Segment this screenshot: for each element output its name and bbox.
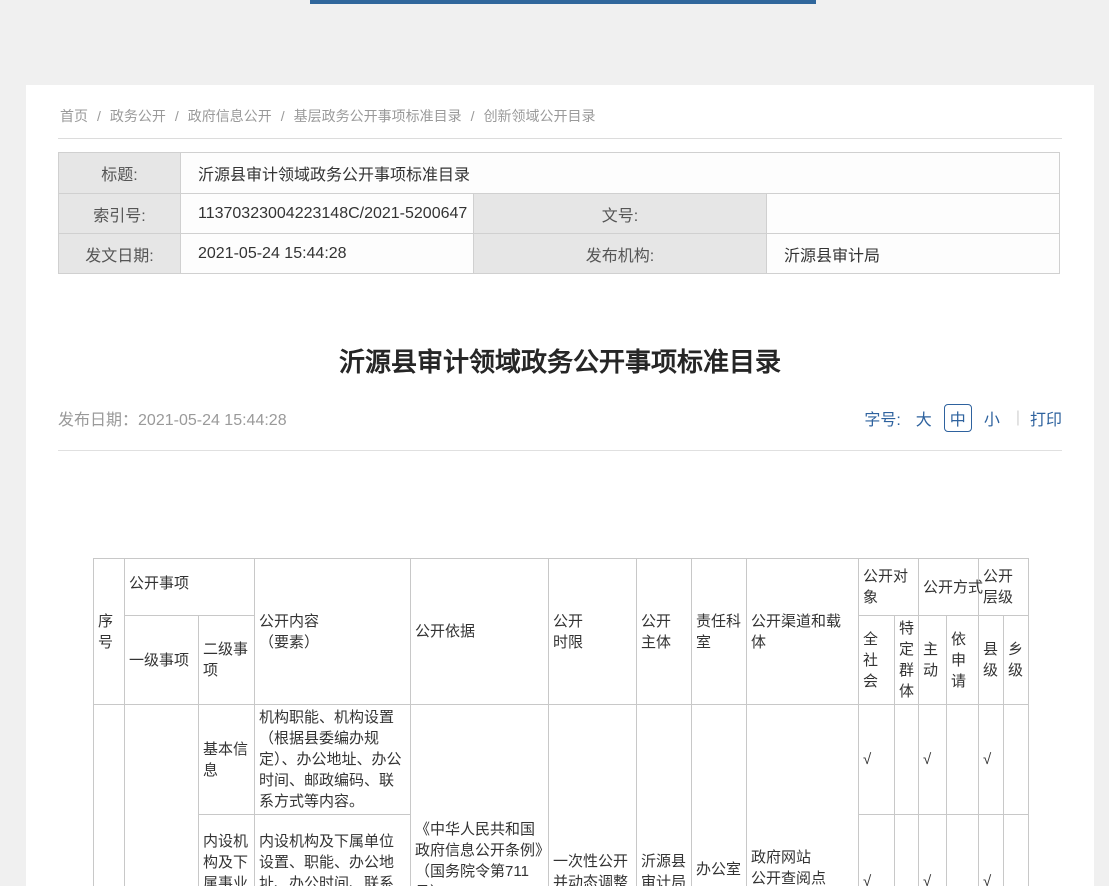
- header-audience-specific: 特定群体: [895, 616, 919, 705]
- header-level-town: 乡级: [1004, 616, 1029, 705]
- header-method-group: 公开方式: [919, 559, 979, 616]
- check-method-active-row2: √: [919, 815, 947, 886]
- publish-date: 发布日期：2021-05-24 15:44:28: [58, 406, 287, 430]
- breadcrumb-chuangxin[interactable]: 创新领域公开目录: [484, 108, 596, 124]
- font-size-large-button[interactable]: 大: [910, 404, 938, 432]
- cell-seq: [94, 705, 125, 886]
- info-value-title: 沂源县审计领域政务公开事项标准目录: [181, 153, 1060, 194]
- info-value-issuing-agency: 沂源县审计局: [767, 234, 1060, 274]
- breadcrumb-separator: /: [97, 108, 101, 124]
- info-label-index-number: 索引号:: [59, 194, 181, 234]
- breadcrumb-jiceng[interactable]: 基层政务公开事项标准目录: [294, 108, 462, 124]
- breadcrumb-separator: /: [281, 108, 285, 124]
- check-method-active-row1: √: [919, 705, 947, 815]
- info-row-index: 索引号: 11370323004223148C/2021-5200647 文号:: [59, 194, 1060, 234]
- breadcrumb-zhengwu[interactable]: 政务公开: [110, 108, 166, 124]
- breadcrumb-separator: /: [175, 108, 179, 124]
- header-method-active: 主动: [919, 616, 947, 705]
- cell-basis: 《中华人民共和国政府信息公开条例》（国务院令第711号）: [411, 705, 549, 886]
- font-size-label: 字号:: [864, 406, 900, 430]
- info-value-doc-number: [767, 194, 1060, 234]
- header-level1: 一级事项: [125, 616, 199, 705]
- breadcrumb: 首页 / 政务公开 / 政府信息公开 / 基层政务公开事项标准目录 / 创新领域公开目录: [58, 85, 1062, 139]
- controls-divider: |: [1016, 409, 1020, 427]
- info-label-doc-number: 文号:: [474, 194, 767, 234]
- breadcrumb-separator: /: [471, 108, 475, 124]
- header-level-group: 公开 层级: [979, 559, 1029, 616]
- info-label-title: 标题:: [59, 153, 181, 194]
- header-content: 公开内容 （要素）: [255, 559, 411, 705]
- header-dept: 责任科室: [692, 559, 747, 705]
- cell-level1: [125, 705, 199, 886]
- table-row: 基本信息 机构职能、机构设置（根据县委编办规定）、办公地址、办公时间、邮政编码、…: [94, 705, 1029, 815]
- breadcrumb-home[interactable]: 首页: [60, 108, 88, 124]
- check-method-request-row2: [947, 815, 979, 886]
- header-level-county: 县级: [979, 616, 1004, 705]
- info-row-title: 标题: 沂源县审计领域政务公开事项标准目录: [59, 153, 1060, 194]
- cell-content-row2: 内设机构及下属单位设置、职能、办公地址、办公时间、联系方式、负责人姓名等: [255, 815, 411, 886]
- cell-time-limit: 一次性公开并动态调整: [549, 705, 637, 886]
- header-time-limit: 公开 时限: [549, 559, 637, 705]
- article-meta-row: 发布日期：2021-05-24 15:44:28 字号: 大 中 小 | 打印: [58, 404, 1062, 451]
- check-level-town-row2: [1004, 815, 1029, 886]
- cell-channel: 政府网站 公开查阅点: [747, 705, 859, 886]
- check-level-county-row2: √: [979, 815, 1004, 886]
- top-nav-bar-edge: [310, 0, 816, 4]
- check-audience-specific-row2: [895, 815, 919, 886]
- publish-date-label: 发布日期：: [58, 412, 138, 429]
- cell-subject: 沂源县审计局: [637, 705, 692, 886]
- info-label-issue-date: 发文日期:: [59, 234, 181, 274]
- header-level2: 二级事项: [199, 616, 255, 705]
- page-title: 沂源县审计领域政务公开事项标准目录: [58, 344, 1062, 380]
- catalog-table-wrap: 序号 公开事项 公开内容 （要素） 公开依据 公开 时限 公开 主体 责任科室 …: [93, 558, 1062, 886]
- check-method-request-row1: [947, 705, 979, 815]
- check-audience-all-row2: √: [859, 815, 895, 886]
- check-audience-specific-row1: [895, 705, 919, 815]
- header-audience-all: 全社会: [859, 616, 895, 705]
- page: 首页 / 政务公开 / 政府信息公开 / 基层政务公开事项标准目录 / 创新领域公开目录 标题:…: [0, 0, 1109, 886]
- header-channel: 公开渠道和载体: [747, 559, 859, 705]
- info-label-issuing-agency: 发布机构:: [474, 234, 767, 274]
- header-basis: 公开依据: [411, 559, 549, 705]
- info-row-date: 发文日期: 2021-05-24 15:44:28 发布机构: 沂源县审计局: [59, 234, 1060, 274]
- font-size-medium-button[interactable]: 中: [944, 404, 972, 432]
- catalog-table: 序号 公开事项 公开内容 （要素） 公开依据 公开 时限 公开 主体 责任科室 …: [93, 558, 1029, 886]
- header-seq: 序号: [94, 559, 125, 705]
- header-audience-group: 公开对象: [859, 559, 919, 616]
- cell-dept: 办公室: [692, 705, 747, 886]
- content-card: 首页 / 政务公开 / 政府信息公开 / 基层政务公开事项标准目录 / 创新领域公开目录 标题:…: [26, 85, 1094, 886]
- print-button[interactable]: 打印: [1030, 406, 1062, 430]
- document-info-table: 标题: 沂源县审计领域政务公开事项标准目录 索引号: 1137032300422…: [58, 152, 1060, 274]
- font-size-small-button[interactable]: 小: [978, 404, 1006, 432]
- publish-date-value: 2021-05-24 15:44:28: [138, 412, 287, 429]
- info-value-index-number: 11370323004223148C/2021-5200647: [181, 194, 474, 234]
- cell-level2-row1: 基本信息: [199, 705, 255, 815]
- header-item-group: 公开事项: [125, 559, 255, 616]
- catalog-header-row-1: 序号 公开事项 公开内容 （要素） 公开依据 公开 时限 公开 主体 责任科室 …: [94, 559, 1029, 616]
- check-audience-all-row1: √: [859, 705, 895, 815]
- check-level-county-row1: √: [979, 705, 1004, 815]
- breadcrumb-xinxi[interactable]: 政府信息公开: [188, 108, 272, 124]
- header-method-request: 依申请: [947, 616, 979, 705]
- cell-level2-row2: 内设机构及下属事业单位: [199, 815, 255, 886]
- check-level-town-row1: [1004, 705, 1029, 815]
- info-value-issue-date: 2021-05-24 15:44:28: [181, 234, 474, 274]
- cell-content-row1: 机构职能、机构设置（根据县委编办规定）、办公地址、办公时间、邮政编码、联系方式等…: [255, 705, 411, 815]
- font-size-controls: 字号: 大 中 小 | 打印: [864, 404, 1062, 432]
- header-subject: 公开 主体: [637, 559, 692, 705]
